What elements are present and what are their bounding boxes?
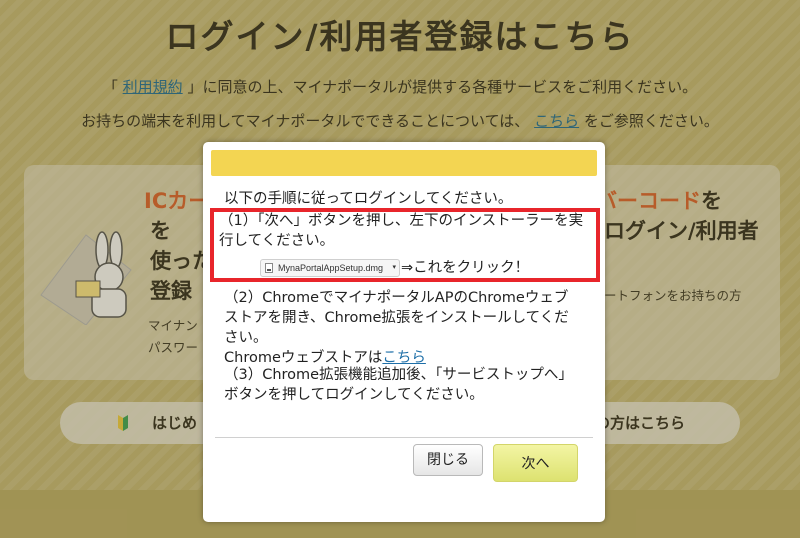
dialog-divider — [215, 437, 593, 438]
webstore-prefix: Chromeウェブストアは — [224, 350, 383, 366]
click-hint: ⇒これをクリック！ — [401, 260, 530, 276]
dialog-header-bar — [211, 150, 597, 176]
download-filename: MynaPortalAppSetup.dmg — [278, 263, 384, 273]
step3-text: （3）Chrome拡張機能追加後、「サービストップへ」ボタンを押してログインして… — [224, 367, 573, 403]
dialog-intro: 以下の手順に従ってログインしてください。 — [224, 191, 513, 207]
download-chip[interactable]: MynaPortalAppSetup.dmg ▾ — [260, 259, 400, 277]
next-button[interactable]: 次へ — [493, 444, 578, 482]
step2-block: （2）ChromeでマイナポータルAPのChromeウェブストアを開き、Chro… — [224, 288, 582, 368]
chevron-down-icon[interactable]: ▾ — [392, 260, 396, 276]
step2-text: （2）ChromeでマイナポータルAPのChromeウェブストアを開き、Chro… — [224, 290, 569, 346]
webstore-link[interactable]: こちら — [382, 350, 426, 366]
step1-text: （1）「次へ」ボタンを押し、左下のインストーラーを実行してください。 — [219, 213, 584, 249]
close-button[interactable]: 閉じる — [413, 444, 483, 476]
file-icon — [265, 263, 273, 273]
login-instructions-dialog: 以下の手順に従ってログインしてください。 （1）「次へ」ボタンを押し、左下のイン… — [203, 142, 605, 522]
